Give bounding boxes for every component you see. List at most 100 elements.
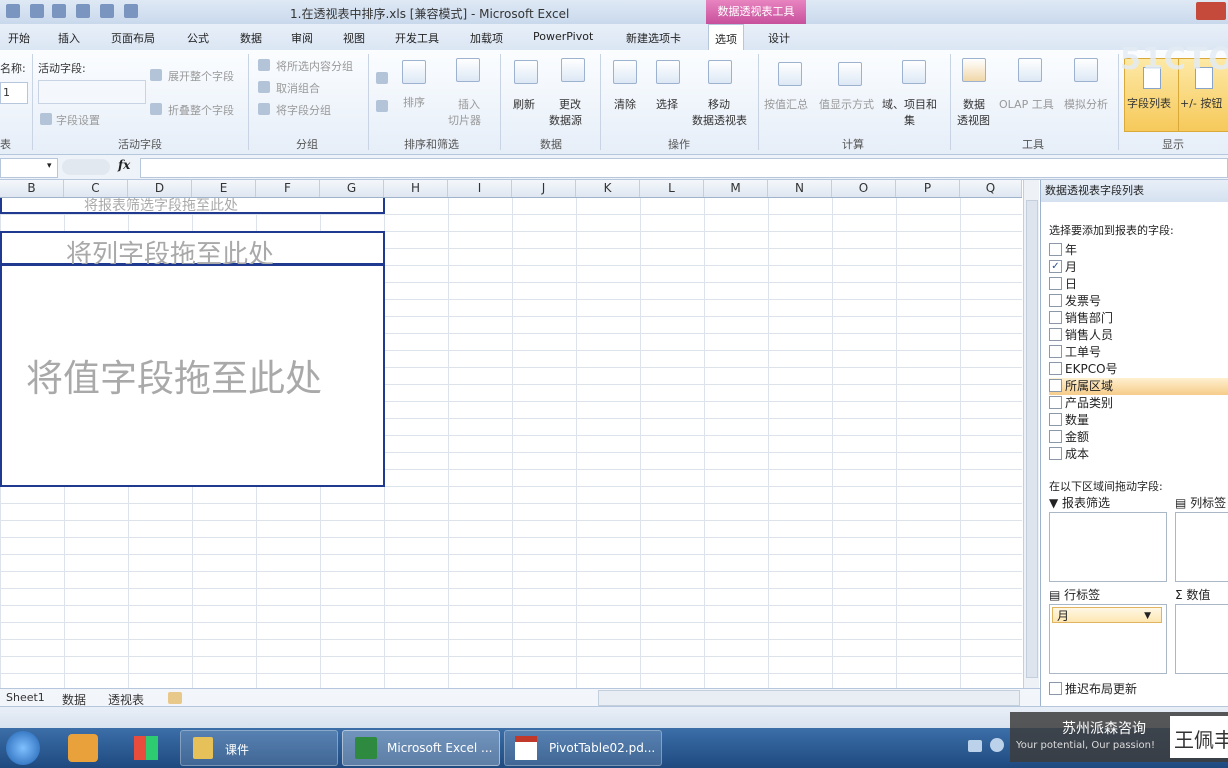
column-header-k[interactable]: K: [576, 180, 640, 197]
pivot-chart-button[interactable]: 数据: [963, 96, 985, 112]
field-row[interactable]: 日: [1049, 276, 1228, 293]
tab-page-layout[interactable]: 页面布局: [111, 30, 155, 46]
defer-update-checkbox[interactable]: [1049, 682, 1062, 695]
column-header-i[interactable]: I: [448, 180, 512, 197]
defer-update-row[interactable]: 推迟布局更新: [1049, 680, 1137, 697]
outlook-taskbar-icon[interactable]: [68, 734, 98, 762]
olap-tools-button[interactable]: OLAP 工具: [999, 96, 1054, 112]
ungroup-button[interactable]: 取消组合: [276, 80, 320, 96]
column-header-o[interactable]: O: [832, 180, 896, 197]
field-checkbox[interactable]: [1049, 413, 1062, 426]
keyboard-icon[interactable]: [968, 740, 982, 752]
chevron-down-icon[interactable]: ▼: [1144, 608, 1151, 624]
formula-input[interactable]: [140, 158, 1228, 178]
collapse-field-button[interactable]: 折叠整个字段: [168, 102, 234, 118]
tab-developer[interactable]: 开发工具: [395, 30, 439, 46]
field-row[interactable]: 数量: [1049, 412, 1228, 429]
field-checkbox[interactable]: [1049, 243, 1062, 256]
tab-insert[interactable]: 插入: [58, 30, 80, 46]
taskbar-pdf-button[interactable]: PivotTable02.pd...: [504, 730, 662, 766]
row-field-chip[interactable]: 月 ▼: [1052, 607, 1162, 623]
column-header-b[interactable]: B: [0, 180, 64, 197]
taskbar-folder-button[interactable]: 课件: [180, 730, 338, 766]
field-row[interactable]: 金额: [1049, 429, 1228, 446]
field-checkbox[interactable]: [1049, 362, 1062, 375]
field-row[interactable]: EKPCO号: [1049, 361, 1228, 378]
windows-app-icon[interactable]: [134, 736, 158, 760]
field-row[interactable]: ✓ 月: [1049, 259, 1228, 276]
field-checkbox[interactable]: [1049, 430, 1062, 443]
tab-home[interactable]: 开始: [8, 30, 30, 46]
field-row[interactable]: 工单号: [1049, 344, 1228, 361]
taskbar-excel-button[interactable]: Microsoft Excel ...: [342, 730, 500, 766]
field-row[interactable]: 所属区域: [1049, 378, 1228, 395]
column-header-n[interactable]: N: [768, 180, 832, 197]
excel-app-icon[interactable]: [6, 4, 20, 18]
new-sheet-icon[interactable]: [168, 692, 182, 704]
tab-options[interactable]: 选项: [708, 24, 744, 50]
help-icon[interactable]: [990, 738, 1004, 752]
save-icon[interactable]: [30, 4, 44, 18]
worksheet-grid[interactable]: 将报表筛选字段拖至此处 将列字段拖至此处 将值字段拖至此处: [0, 198, 1022, 688]
field-checkbox[interactable]: [1049, 328, 1062, 341]
field-checkbox[interactable]: [1049, 311, 1062, 324]
insert-slicer-button-line2[interactable]: 切片器: [448, 112, 481, 128]
column-header-l[interactable]: L: [640, 180, 704, 197]
group-selection-button[interactable]: 将所选内容分组: [276, 58, 353, 74]
name-box-dropdown-icon[interactable]: ▾: [47, 161, 52, 171]
field-row[interactable]: 年: [1049, 242, 1228, 259]
field-row[interactable]: 销售部门: [1049, 310, 1228, 327]
ie-icon[interactable]: [124, 4, 138, 18]
tab-design[interactable]: 设计: [768, 30, 790, 46]
close-window-button[interactable]: [1196, 2, 1226, 20]
column-header-f[interactable]: F: [256, 180, 320, 197]
undo-icon[interactable]: [52, 4, 66, 18]
field-checkbox[interactable]: [1049, 396, 1062, 409]
tab-new[interactable]: 新建选项卡: [626, 30, 681, 46]
report-filter-area[interactable]: [1049, 512, 1167, 582]
column-header-m[interactable]: M: [704, 180, 768, 197]
field-row[interactable]: 销售人员: [1049, 327, 1228, 344]
fields-items-button-line2[interactable]: 集: [904, 112, 915, 128]
move-pivot-button[interactable]: 移动: [708, 96, 730, 112]
active-field-input[interactable]: [38, 80, 146, 104]
field-settings-button[interactable]: 字段设置: [56, 112, 100, 128]
column-header-p[interactable]: P: [896, 180, 960, 197]
tab-formulas[interactable]: 公式: [187, 30, 209, 46]
tab-powerpivot[interactable]: PowerPivot: [533, 30, 593, 43]
values-area[interactable]: [1175, 604, 1228, 674]
field-checkbox[interactable]: [1049, 345, 1062, 358]
tab-view[interactable]: 视图: [343, 30, 365, 46]
column-header-g[interactable]: G: [320, 180, 384, 197]
group-field-button[interactable]: 将字段分组: [276, 102, 331, 118]
move-pivot-button-line2[interactable]: 数据透视表: [692, 112, 747, 128]
change-source-button-line2[interactable]: 数据源: [549, 112, 582, 128]
show-values-as-button[interactable]: 值显示方式: [819, 96, 874, 112]
ie-taskbar-icon[interactable]: [6, 731, 40, 765]
pivot-name-input[interactable]: 1: [0, 82, 28, 104]
report-filter-drop-zone[interactable]: 将报表筛选字段拖至此处: [0, 198, 385, 214]
sort-desc-icon[interactable]: [376, 100, 388, 112]
what-if-button[interactable]: 模拟分析: [1064, 96, 1108, 112]
field-row[interactable]: 发票号: [1049, 293, 1228, 310]
column-header-q[interactable]: Q: [960, 180, 1022, 197]
refresh-button[interactable]: 刷新: [513, 96, 535, 112]
tab-data[interactable]: 数据: [240, 30, 262, 46]
pivot-chart-button-line2[interactable]: 透视图: [957, 112, 990, 128]
field-checkbox[interactable]: [1049, 294, 1062, 307]
column-labels-area[interactable]: [1175, 512, 1228, 582]
sort-asc-icon[interactable]: [376, 72, 388, 84]
insert-function-icon[interactable]: fx: [118, 158, 130, 172]
summarize-by-button[interactable]: 按值汇总: [764, 96, 808, 112]
select-button[interactable]: 选择: [656, 96, 678, 112]
change-source-button[interactable]: 更改: [559, 96, 581, 112]
value-fields-drop-zone[interactable]: 将值字段拖至此处: [0, 264, 385, 487]
clear-button[interactable]: 清除: [614, 96, 636, 112]
expand-field-button[interactable]: 展开整个字段: [168, 68, 234, 84]
field-checkbox[interactable]: [1049, 277, 1062, 290]
tab-review[interactable]: 审阅: [291, 30, 313, 46]
field-checkbox[interactable]: ✓: [1049, 260, 1062, 273]
sheet-tab-sheet1[interactable]: Sheet1: [6, 691, 45, 704]
print-icon[interactable]: [100, 4, 114, 18]
tab-addins[interactable]: 加载项: [470, 30, 503, 46]
